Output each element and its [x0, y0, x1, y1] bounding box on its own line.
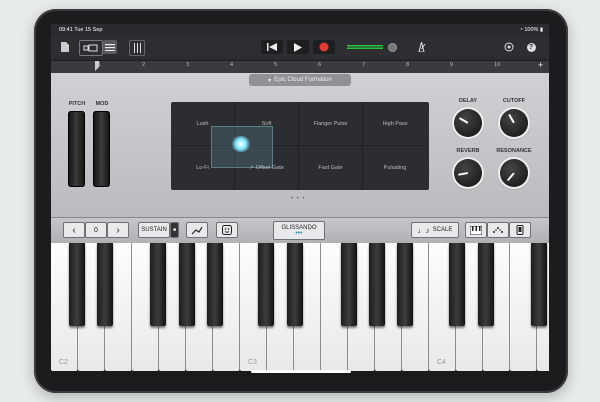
- ruler-number: 9: [450, 62, 454, 68]
- mod-label: MOD: [95, 101, 109, 107]
- cutoff-label: CUTOFF: [502, 98, 526, 104]
- patch-chevron-icon: ▾: [268, 77, 272, 84]
- pad-touch-point[interactable]: [231, 136, 251, 152]
- black-key[interactable]: [287, 243, 303, 326]
- black-key[interactable]: [150, 243, 166, 326]
- ruler-number: 2: [142, 62, 146, 68]
- metronome-icon[interactable]: [415, 40, 427, 54]
- resonance-knob[interactable]: [500, 159, 528, 187]
- timeline-ruler[interactable]: 1 2 3 4 5 6 7 8 9 10 +: [51, 60, 549, 74]
- arpeggio-pattern-icon[interactable]: [487, 222, 509, 238]
- control-bar: ?: [51, 36, 549, 58]
- arpeggiator-icon[interactable]: [186, 222, 208, 238]
- sustain-lock-icon[interactable]: ■: [170, 222, 179, 238]
- volume-knob[interactable]: [387, 40, 397, 54]
- black-key[interactable]: [531, 243, 547, 326]
- ruler-number: 3: [186, 62, 190, 68]
- black-key[interactable]: [258, 243, 274, 326]
- keyboard-controls: ‹ 0 › SUSTAIN ■ GLISSANDO ••• ♩♪ SCALE: [51, 217, 549, 244]
- ruler-number: 8: [406, 62, 410, 68]
- pitch-label: PITCH: [68, 101, 86, 107]
- settings-icon[interactable]: [503, 40, 515, 54]
- black-key[interactable]: [341, 243, 357, 326]
- tracks-view-icon[interactable]: [79, 40, 103, 56]
- ruler-number: 4: [230, 62, 234, 68]
- mod-wheel[interactable]: [93, 111, 110, 187]
- status-time: 09:41 Tue 15 Sep: [59, 27, 103, 33]
- ruler-number: 1: [98, 62, 102, 68]
- pad-cell-high-pass[interactable]: High Pass: [363, 102, 427, 146]
- ruler-number: 7: [362, 62, 366, 68]
- alchemy-synth-panel: ▾ Epic Cloud Formation PITCH MOD Lush So…: [51, 73, 549, 219]
- patch-title-label: Epic Cloud Formation: [274, 77, 332, 83]
- black-key[interactable]: [179, 243, 195, 326]
- battery-icon: ▮: [539, 27, 543, 33]
- status-bar: 09:41 Tue 15 Sep ◔ 100% ▮: [51, 24, 549, 36]
- black-key[interactable]: [478, 243, 494, 326]
- reverb-label: REVERB: [456, 148, 480, 154]
- piano-keyboard[interactable]: C2 C3 C4: [51, 243, 549, 376]
- pad-cell-pulsating[interactable]: Pulsating: [363, 146, 427, 190]
- glissando-button[interactable]: GLISSANDO •••: [273, 221, 325, 240]
- ruler-number: 10: [494, 62, 501, 68]
- editor-icon[interactable]: [103, 40, 117, 54]
- delay-knob[interactable]: [454, 109, 482, 137]
- help-icon: ?: [526, 42, 536, 52]
- black-key[interactable]: [397, 243, 413, 326]
- octave-label-c4: C4: [437, 359, 446, 366]
- scale-button[interactable]: ♩♪ SCALE: [411, 222, 459, 238]
- status-battery: ◔ 100% ▮: [520, 27, 544, 33]
- patch-title[interactable]: ▾ Epic Cloud Formation: [249, 74, 351, 86]
- play-icon[interactable]: [287, 40, 309, 54]
- help-button[interactable]: ?: [525, 40, 537, 54]
- resonance-label: RESONANCE: [496, 148, 532, 154]
- cutoff-knob[interactable]: [500, 109, 528, 137]
- pad-cell-flanger-pulse[interactable]: Flanger Pulse: [299, 102, 363, 146]
- key-height-icon[interactable]: [509, 222, 531, 238]
- octave-label-c3: C3: [248, 359, 257, 366]
- level-meter: [347, 40, 387, 54]
- delay-label: DELAY: [458, 98, 478, 104]
- ruler-number: 6: [318, 62, 322, 68]
- octave-label-c2: C2: [59, 359, 68, 366]
- wifi-icon: ◔: [519, 27, 523, 33]
- sustain-button[interactable]: SUSTAIN: [138, 222, 170, 238]
- black-key[interactable]: [449, 243, 465, 326]
- home-indicator[interactable]: [251, 370, 351, 373]
- black-key[interactable]: [69, 243, 85, 326]
- smart-keyboard-icon[interactable]: [216, 222, 238, 238]
- page-indicator: • • •: [291, 196, 306, 202]
- pad-cell-fast-gate[interactable]: Fast Gate: [299, 146, 363, 190]
- black-key[interactable]: [369, 243, 385, 326]
- reverb-knob[interactable]: [454, 159, 482, 187]
- add-section-button[interactable]: +: [538, 60, 543, 70]
- black-key[interactable]: [97, 243, 113, 326]
- pitch-wheel[interactable]: [68, 111, 85, 187]
- mixer-icon[interactable]: [129, 40, 145, 56]
- go-to-beginning-icon[interactable]: [261, 40, 283, 54]
- octave-up-button[interactable]: ›: [107, 222, 129, 238]
- octave-value: 0: [85, 222, 107, 238]
- octave-down-button[interactable]: ‹: [63, 222, 85, 238]
- ruler-number: 5: [274, 62, 278, 68]
- glissando-indicator: •••: [295, 229, 303, 237]
- document-icon[interactable]: [59, 40, 71, 54]
- battery-percent: 100%: [524, 27, 539, 33]
- scale-note-icon: ♩♪: [417, 225, 430, 235]
- black-key[interactable]: [207, 243, 223, 326]
- record-icon[interactable]: [313, 40, 335, 54]
- transform-pad[interactable]: Lush Soft Flanger Pulse High Pass Lo-Fi …: [171, 102, 429, 190]
- app-screen: 09:41 Tue 15 Sep ◔ 100% ▮ ? 1 2 3 4 5 6 …: [51, 24, 549, 376]
- scale-label: SCALE: [432, 227, 453, 233]
- keyboard-mode-icon[interactable]: [465, 222, 487, 238]
